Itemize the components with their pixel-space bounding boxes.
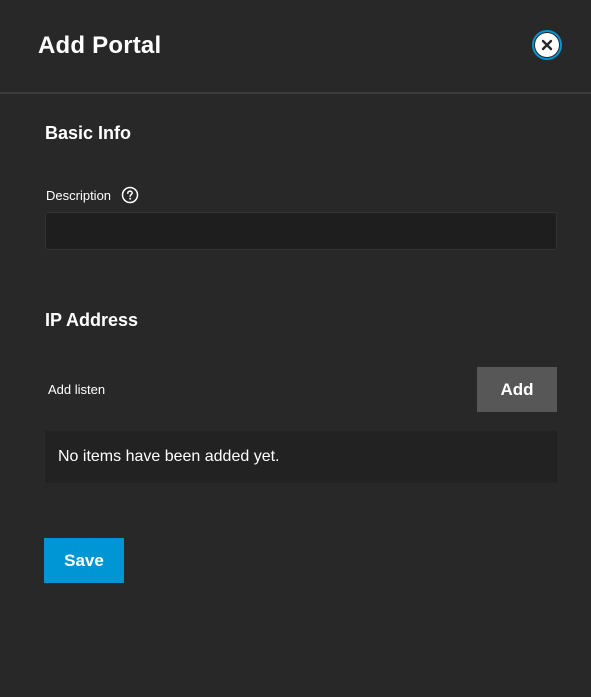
save-button[interactable]: Save: [44, 538, 124, 583]
close-button[interactable]: [532, 30, 562, 60]
panel-header: Add Portal: [0, 0, 591, 94]
basic-info-heading: Basic Info: [45, 123, 132, 143]
description-input[interactable]: [45, 212, 557, 250]
description-label: Description: [46, 188, 112, 203]
add-listen-button[interactable]: Add: [477, 367, 557, 412]
listen-list-empty-state: No items have been added yet.: [45, 431, 557, 483]
add-listen-label: Add listen: [48, 382, 106, 397]
ip-address-heading: IP Address: [45, 310, 139, 330]
help-circle-icon[interactable]: [121, 186, 139, 204]
add-portal-panel: Add Portal Basic Info Description IP Add…: [0, 0, 591, 697]
close-icon: [535, 33, 559, 57]
panel-title: Add Portal: [38, 32, 162, 59]
empty-list-message: No items have been added yet.: [58, 448, 280, 465]
